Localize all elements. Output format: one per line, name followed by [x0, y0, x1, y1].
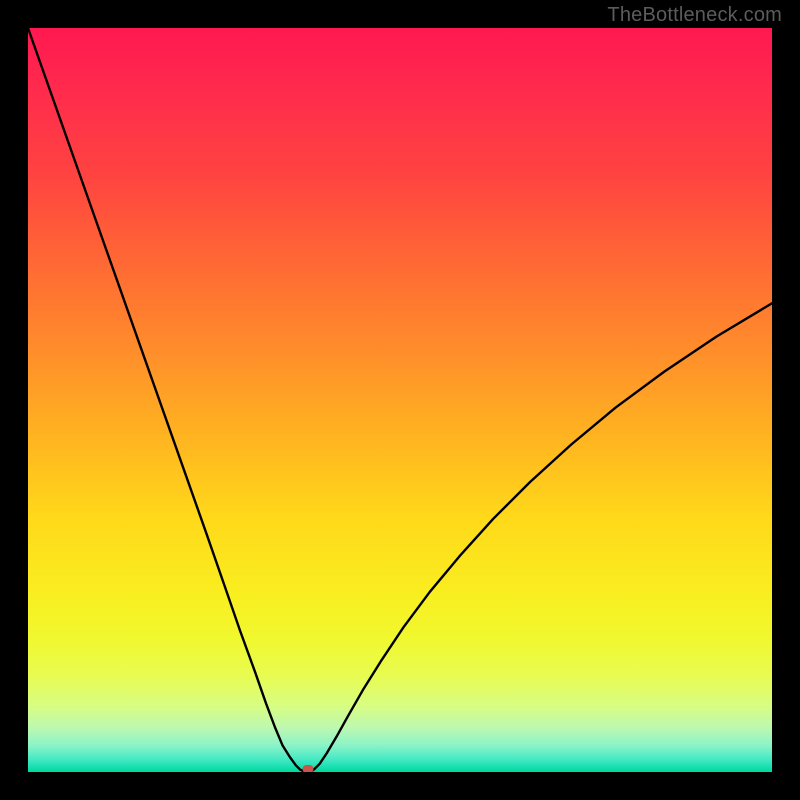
watermark-text: TheBottleneck.com [607, 4, 782, 27]
bottleneck-curve [28, 28, 772, 772]
plot-area [28, 28, 772, 772]
minimum-marker [303, 765, 314, 772]
curve-svg [28, 28, 772, 772]
